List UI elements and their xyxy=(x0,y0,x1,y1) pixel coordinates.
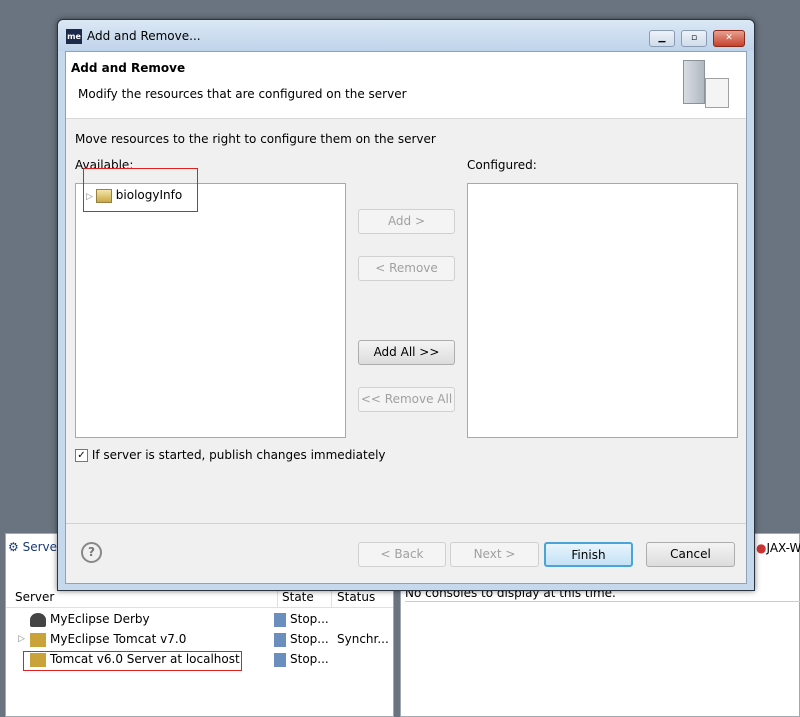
cancel-button[interactable]: Cancel xyxy=(646,542,735,567)
button-bar-separator xyxy=(66,523,746,524)
close-button[interactable]: ✕ xyxy=(713,30,745,47)
minimize-button[interactable]: ▁ xyxy=(649,30,675,47)
dialog-header: Add and Remove Modify the resources that… xyxy=(66,52,746,119)
stopped-icon xyxy=(274,612,286,627)
header-subtitle: Modify the resources that are configured… xyxy=(78,87,407,101)
configured-label: Configured: xyxy=(467,158,537,172)
help-button[interactable]: ? xyxy=(81,542,102,563)
instruction-text: Move resources to the right to configure… xyxy=(75,132,436,146)
servers-table-header: Server State Status xyxy=(6,588,393,608)
app-icon: me xyxy=(66,29,82,44)
publish-checkbox[interactable]: ✓ If server is started, publish changes … xyxy=(75,448,386,462)
header-title: Add and Remove xyxy=(71,61,186,75)
server-row[interactable]: ▷ MyEclipse Tomcat v7.0 Stop... Synchr..… xyxy=(6,629,393,649)
stopped-icon xyxy=(274,632,286,647)
column-state[interactable]: State xyxy=(277,590,314,608)
checkbox-checked-icon[interactable]: ✓ xyxy=(75,449,88,462)
remove-button[interactable]: < Remove xyxy=(358,256,455,281)
title-bar[interactable]: me Add and Remove... ▁ ▫ ✕ xyxy=(58,20,754,51)
column-server[interactable]: Server xyxy=(15,590,54,604)
highlight-box xyxy=(83,168,198,212)
server-row[interactable]: MyEclipse Derby Stop... xyxy=(6,609,393,629)
derby-icon xyxy=(30,612,46,627)
servers-icon: ⚙ xyxy=(8,540,23,554)
configured-list[interactable] xyxy=(467,183,738,438)
maximize-button[interactable]: ▫ xyxy=(681,30,707,47)
finish-button[interactable]: Finish xyxy=(544,542,633,567)
available-list[interactable]: ▷ biologyInfo xyxy=(75,183,346,438)
dialog-content: Add and Remove Modify the resources that… xyxy=(65,51,747,584)
back-button[interactable]: < Back xyxy=(358,542,446,567)
tomcat-icon xyxy=(30,632,46,647)
server-wizard-icon xyxy=(683,60,733,110)
column-status[interactable]: Status xyxy=(331,590,387,608)
stopped-icon xyxy=(274,652,286,667)
next-button[interactable]: Next > xyxy=(450,542,539,567)
add-remove-dialog: me Add and Remove... ▁ ▫ ✕ Add and Remov… xyxy=(57,19,755,591)
dialog-title: Add and Remove... xyxy=(87,29,201,43)
add-button[interactable]: Add > xyxy=(358,209,455,234)
expand-arrow-icon[interactable]: ▷ xyxy=(18,629,25,649)
jaxws-tab[interactable]: ●JAX-W xyxy=(756,541,800,555)
highlight-box xyxy=(23,651,242,671)
add-all-button[interactable]: Add All >> xyxy=(358,340,455,365)
remove-all-button[interactable]: << Remove All xyxy=(358,387,455,412)
